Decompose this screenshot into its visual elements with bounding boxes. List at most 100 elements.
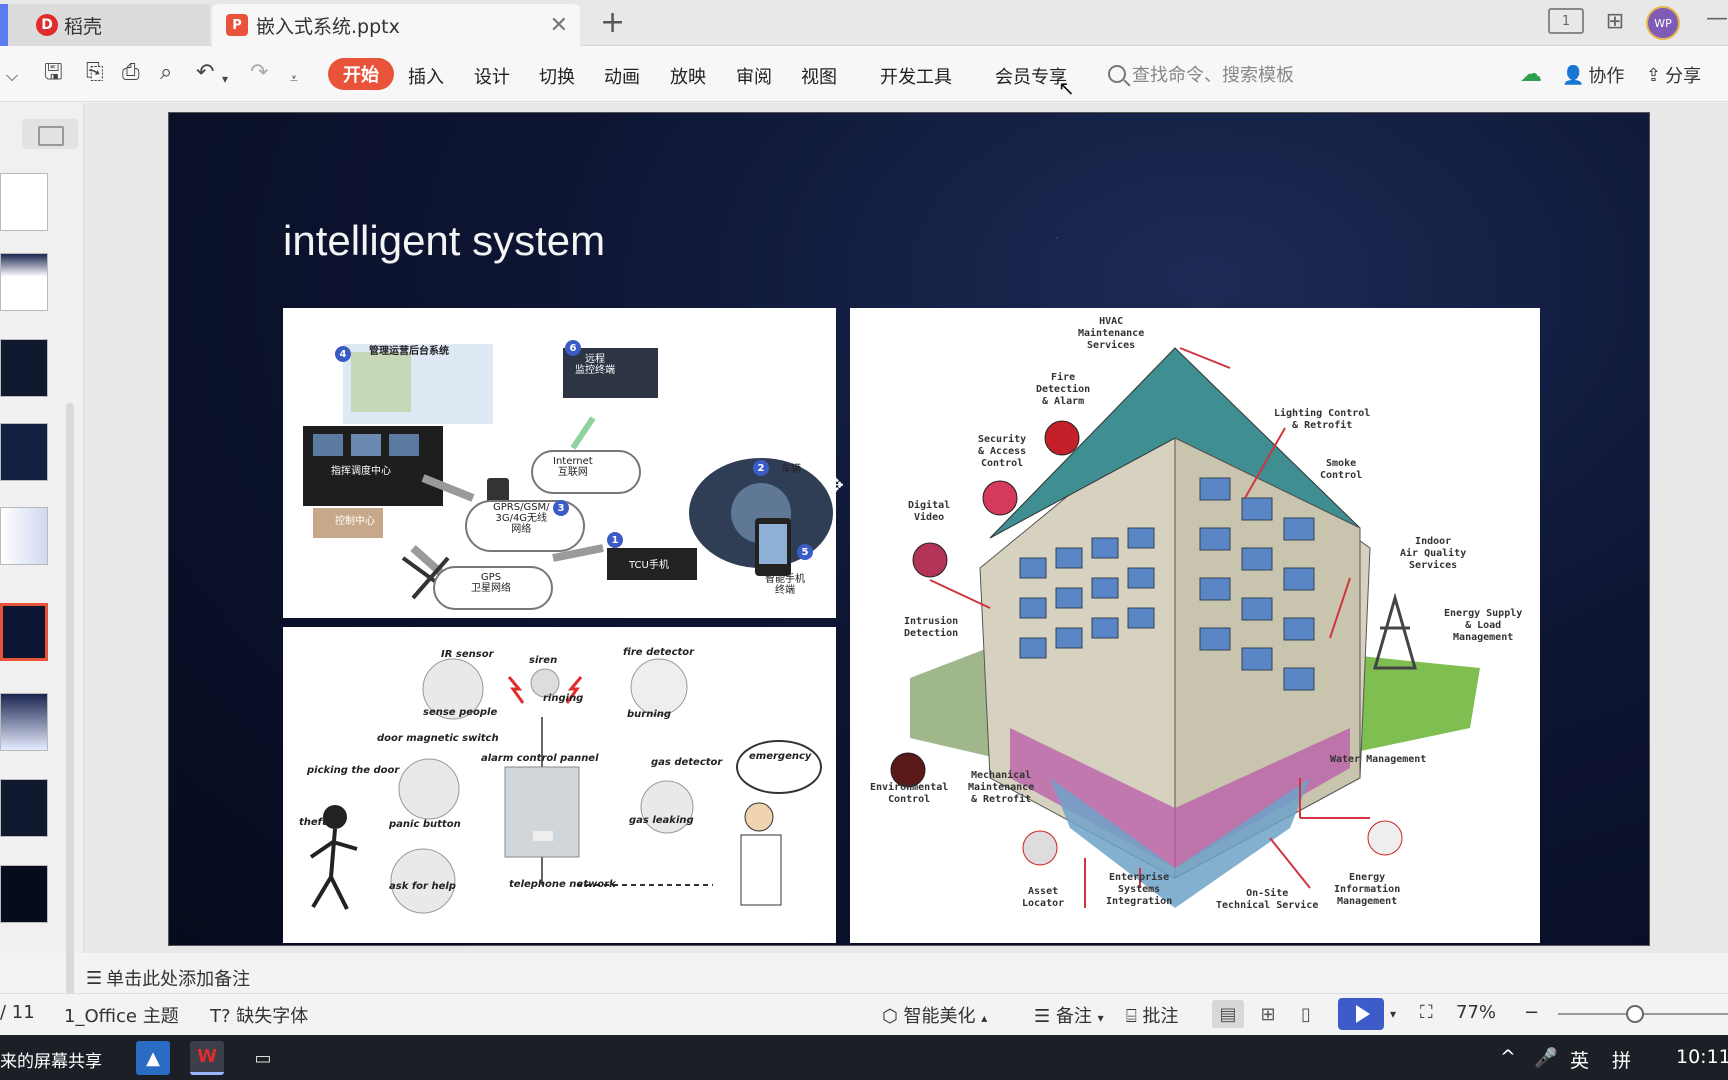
zoom-out-icon[interactable]: − xyxy=(1524,1002,1539,1023)
badge-3: 3 xyxy=(553,500,569,516)
save-icon[interactable]: 🖫 xyxy=(44,60,63,86)
apps-grid-icon[interactable]: ⊞ xyxy=(1602,8,1628,34)
slide-thumbnail-selected[interactable] xyxy=(0,603,48,661)
intelligent-building-diagram[interactable]: HVAC Maintenance Services Fire Detection… xyxy=(850,308,1540,943)
label-remote: 远程 监控终端 xyxy=(575,354,615,376)
menu-review[interactable]: 审阅 xyxy=(736,63,772,89)
menu-view[interactable]: 视图 xyxy=(801,63,837,89)
label-hvac: HVAC Maintenance Services xyxy=(1078,316,1145,351)
slide-thumbnail[interactable] xyxy=(0,865,48,923)
slide-thumbnail[interactable] xyxy=(0,507,48,565)
menu-transition[interactable]: 切换 xyxy=(539,63,575,89)
search-placeholder: 查找命令、搜索模板 xyxy=(1132,65,1294,86)
label-gas-leaking: gas leaking xyxy=(629,815,694,826)
ime-language[interactable]: 英 xyxy=(1570,1046,1589,1073)
undo-icon[interactable]: ↶ xyxy=(196,60,214,86)
title-bar: D 稻壳 P 嵌入式系统.pptx ✕ + 1 ⊞ WP — xyxy=(0,0,1728,46)
new-tab-button[interactable]: + xyxy=(600,8,625,38)
menu-developer[interactable]: 开发工具 xyxy=(880,63,952,89)
cloud-sync-icon[interactable]: ☁ xyxy=(1520,62,1542,87)
menu-insert[interactable]: 插入 xyxy=(408,63,444,89)
normal-view-icon[interactable]: ▤ xyxy=(1212,1000,1244,1028)
chevron-down-icon[interactable]: ⌵ xyxy=(6,63,18,89)
mouse-cursor-icon: ↖ xyxy=(1058,76,1075,100)
theme-name[interactable]: 1_Office 主题 xyxy=(64,1002,179,1028)
slide-thumbnail[interactable] xyxy=(0,423,48,481)
slide-thumbnail[interactable] xyxy=(0,339,48,397)
clock-time[interactable]: 10:11 xyxy=(1676,1046,1728,1068)
thumbnail-view-toggle[interactable] xyxy=(22,119,78,149)
slide-thumbnail[interactable] xyxy=(0,173,48,231)
label-dispatch: 指挥调度中心 xyxy=(331,466,391,477)
label-door-switch: door magnetic switch xyxy=(377,733,499,744)
wps-app-icon[interactable]: W xyxy=(190,1041,224,1075)
comments-button[interactable]: ⌸ 批注 xyxy=(1126,1002,1179,1028)
menu-slideshow[interactable]: 放映 xyxy=(670,63,706,89)
minimize-icon[interactable]: — xyxy=(1706,6,1728,31)
slide-thumbnail[interactable] xyxy=(0,693,48,751)
label-ringing: ringing xyxy=(543,693,584,704)
fit-window-icon[interactable]: ⛶ xyxy=(1420,1002,1433,1023)
smart-beautify-button[interactable]: ⬡ 智能美化 ▴ xyxy=(882,1002,987,1028)
chevron-down-icon: ▾ xyxy=(1097,1011,1104,1025)
close-tab-icon[interactable]: ✕ xyxy=(550,13,568,38)
share-button[interactable]: ⇪ 分享 xyxy=(1646,62,1701,88)
tray-chevron-icon[interactable]: ^ xyxy=(1500,1046,1516,1068)
customize-toolbar-icon[interactable]: ⩡ xyxy=(290,66,298,92)
menu-design[interactable]: 设计 xyxy=(474,63,510,89)
thumbnail-scrollbar[interactable] xyxy=(66,403,74,1023)
missing-font-button[interactable]: T? 缺失字体 xyxy=(210,1002,308,1028)
notes-toggle-button[interactable]: ☰ 备注 ▾ xyxy=(1034,1002,1104,1028)
slide-thumbnail[interactable] xyxy=(0,253,48,311)
slide-thumbnail[interactable] xyxy=(0,779,48,837)
label-indoor-air: Indoor Air Quality Services xyxy=(1400,536,1467,571)
label-ir-sensor: IR sensor xyxy=(441,649,494,660)
notes-area[interactable]: ☰ 单击此处添加备注 xyxy=(84,963,1728,993)
badge-4: 4 xyxy=(335,346,351,362)
menu-home[interactable]: 开始 xyxy=(328,58,394,90)
microphone-icon[interactable]: 🎤 xyxy=(1534,1046,1558,1069)
menu-animation[interactable]: 动画 xyxy=(604,63,640,89)
avatar-text: WP xyxy=(1654,16,1672,30)
avatar[interactable]: WP xyxy=(1646,6,1680,40)
pptx-file-icon: P xyxy=(226,14,248,36)
photos-app-icon[interactable]: ▲ xyxy=(136,1041,170,1075)
zoom-slider-handle[interactable] xyxy=(1626,1005,1644,1023)
notes-toggle-icon: ☰ xyxy=(1034,1006,1051,1027)
notes-toggle-label: 备注 xyxy=(1055,1006,1092,1027)
export-icon[interactable]: ⎘ xyxy=(86,60,104,86)
zoom-level[interactable]: 77% xyxy=(1456,1002,1496,1023)
status-bar: / 11 1_Office 主题 T? 缺失字体 ⬡ 智能美化 ▴ ☰ 备注 ▾… xyxy=(0,993,1728,1033)
slide-title[interactable]: intelligent system xyxy=(283,217,605,265)
collaborate-button[interactable]: 👤 协作 xyxy=(1562,62,1624,88)
label-center: 控制中心 xyxy=(335,516,375,527)
label-asset: Asset Locator xyxy=(1022,886,1065,909)
label-security: Security & Access Control xyxy=(978,434,1027,469)
beautify-icon: ⬡ xyxy=(882,1006,898,1027)
vehicle-monitoring-diagram[interactable]: 管理运营后台系统 远程 监控终端 指挥调度中心 控制中心 Internet 互联… xyxy=(283,308,836,618)
play-slideshow-button[interactable] xyxy=(1338,998,1384,1030)
window-layout-icon[interactable]: 1 xyxy=(1548,8,1584,34)
print-icon[interactable]: ⎙ xyxy=(122,60,140,86)
command-search[interactable]: 查找命令、搜索模板 xyxy=(1108,61,1294,87)
ime-mode[interactable]: 拼 xyxy=(1612,1046,1631,1073)
windows-taskbar: 来的屏幕共享 ▲ W ▭ ^ 🎤 英 拼 10:11 xyxy=(0,1035,1728,1080)
undo-dropdown-icon[interactable]: ▾ xyxy=(222,66,228,92)
text-editor-app-icon[interactable]: ▭ xyxy=(246,1041,280,1075)
redo-icon[interactable]: ↷ xyxy=(250,60,268,86)
slide-sorter-icon[interactable]: ⊞ xyxy=(1252,1000,1284,1028)
label-fire-detection: Fire Detection & Alarm xyxy=(1036,372,1091,407)
menu-member[interactable]: 会员专享 xyxy=(995,63,1067,89)
home-alarm-diagram[interactable]: IR sensor siren fire detector sense peop… xyxy=(283,627,836,943)
print-preview-icon[interactable]: ⌕ xyxy=(160,60,172,86)
reading-view-icon[interactable]: ▯ xyxy=(1290,1000,1322,1028)
label-energy-supply: Energy Supply & Load Management xyxy=(1444,608,1523,643)
label-telephone-network: telephone network xyxy=(509,879,616,890)
missing-font-icon: T? xyxy=(210,1006,231,1027)
tab-docer[interactable]: D 稻壳 xyxy=(0,4,210,46)
current-slide[interactable]: intelligent system 管理运营后台系统 远程 监控终端 指挥调度… xyxy=(168,112,1650,946)
menu-label: 开始 xyxy=(343,65,379,86)
play-options-icon[interactable]: ▾ xyxy=(1390,1007,1396,1021)
comment-icon: ⌸ xyxy=(1126,1006,1137,1027)
tab-document[interactable]: P 嵌入式系统.pptx ✕ xyxy=(212,4,580,46)
